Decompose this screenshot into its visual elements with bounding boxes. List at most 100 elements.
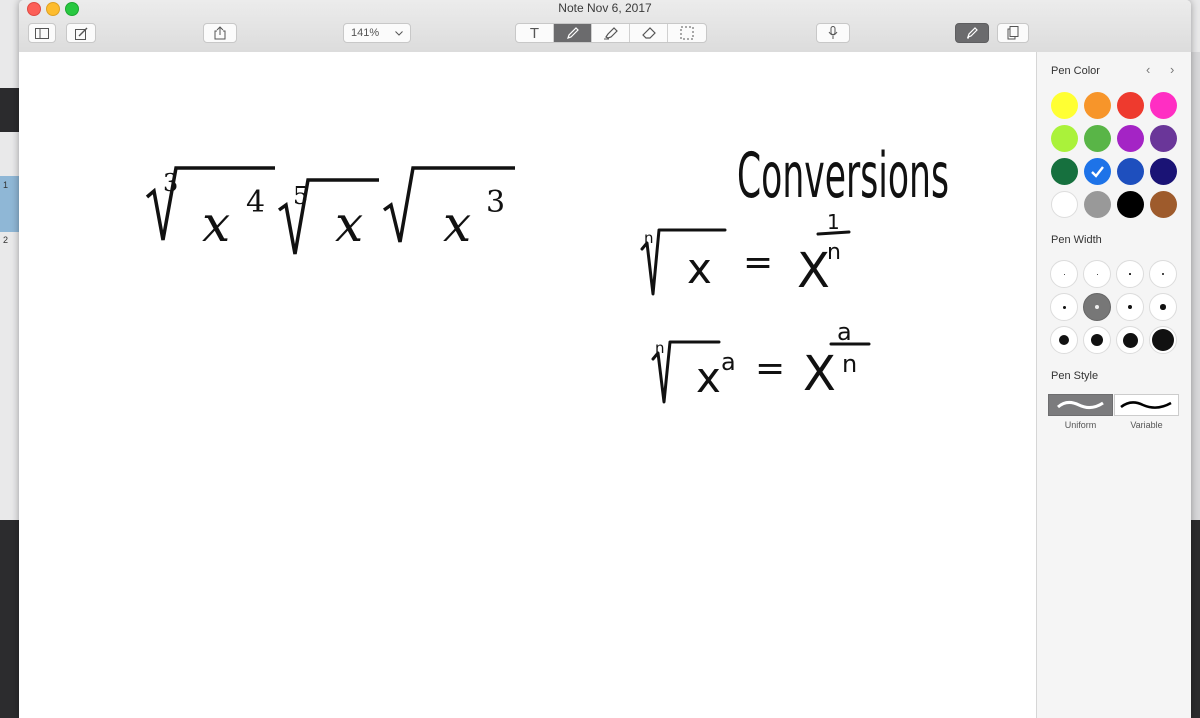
pen-tool-button[interactable]	[554, 24, 592, 42]
next-page-chevron-right-icon[interactable]: ›	[1170, 62, 1174, 77]
pen-options-panel: Pen Color ‹ › Pen Width Pen Style Unifor…	[1036, 52, 1191, 718]
fraction-numerator: 1	[827, 210, 840, 234]
share-icon	[214, 26, 226, 40]
width-dot-icon	[1063, 273, 1065, 275]
width-dot-icon	[1129, 273, 1131, 275]
color-swatch[interactable]	[1117, 125, 1144, 152]
width-dot-icon	[1122, 332, 1138, 348]
color-swatch[interactable]	[1117, 158, 1144, 185]
conversion-rule-2: n x a = X a n	[651, 318, 871, 404]
highlighter-icon	[603, 27, 618, 40]
share-button[interactable]	[203, 23, 237, 43]
width-dot-icon	[1095, 305, 1099, 309]
color-swatch[interactable]	[1150, 158, 1177, 185]
conversions-heading: Conversions	[737, 139, 949, 212]
pen-width-option[interactable]	[1083, 326, 1111, 354]
pen-width-option[interactable]	[1083, 260, 1111, 288]
pen-width-title: Pen Width	[1051, 234, 1102, 246]
zoom-select[interactable]: 141%	[343, 23, 411, 43]
color-swatch[interactable]	[1051, 158, 1078, 185]
typed-radical-expression: 3 x 4 5 x x 3	[145, 166, 515, 255]
color-swatch[interactable]	[1051, 191, 1078, 218]
selection-icon	[680, 26, 694, 40]
color-swatch[interactable]	[1084, 92, 1111, 119]
pen-width-option[interactable]	[1083, 293, 1111, 321]
background-dock-area	[0, 520, 20, 718]
pen-width-option[interactable]	[1050, 260, 1078, 288]
lasso-tool-button[interactable]	[668, 24, 706, 42]
radicand-variable: x	[202, 195, 230, 253]
titlebar: Note Nov 6, 2017 141% T	[19, 0, 1191, 53]
color-swatch[interactable]	[1051, 92, 1078, 119]
color-swatch[interactable]	[1084, 191, 1111, 218]
radicand-variable: x	[443, 195, 471, 253]
page-options-button[interactable]	[997, 23, 1029, 43]
uniform-label: Uniform	[1064, 420, 1097, 430]
pen-style-variable[interactable]	[1114, 394, 1179, 416]
fraction-numerator: a	[837, 318, 852, 346]
pen-width-option[interactable]	[1050, 293, 1078, 321]
window-title: Note Nov 6, 2017	[558, 1, 652, 15]
conversion-rule-1: n x = X 1 n	[640, 210, 851, 299]
microphone-icon	[828, 26, 838, 39]
zoom-value: 141%	[351, 27, 380, 39]
color-swatch[interactable]	[1084, 158, 1111, 185]
background-sidebar-dark	[0, 88, 20, 132]
color-swatch[interactable]	[1150, 191, 1177, 218]
equals-sign: =	[743, 242, 773, 283]
record-audio-button[interactable]	[816, 23, 850, 43]
new-note-button[interactable]	[66, 23, 96, 43]
color-swatch[interactable]	[1150, 125, 1177, 152]
variable-label: Variable	[1130, 420, 1163, 430]
eraser-tool-button[interactable]	[630, 24, 668, 42]
pen-width-option[interactable]	[1149, 326, 1177, 354]
previous-page-chevron-left-icon[interactable]: ‹	[1146, 62, 1150, 77]
result-base: X	[803, 346, 836, 402]
pen-icon	[566, 27, 579, 39]
width-dot-icon	[1062, 305, 1066, 309]
notes-window: Note Nov 6, 2017 141% T 3 x 4 5 x x 3 Co…	[19, 0, 1191, 718]
uniform-stroke-icon	[1057, 400, 1104, 410]
pen-style-uniform[interactable]	[1048, 394, 1113, 416]
highlighter-tool-button[interactable]	[592, 24, 630, 42]
width-dot-icon	[1091, 334, 1103, 346]
width-dot-icon	[1096, 273, 1098, 275]
color-swatch[interactable]	[1150, 92, 1177, 119]
compose-icon	[74, 27, 87, 40]
pen-width-option[interactable]	[1050, 326, 1078, 354]
tools-segmented-control: T	[515, 23, 707, 43]
pen-width-option[interactable]	[1149, 293, 1177, 321]
sidebar-icon	[35, 27, 49, 39]
pages-icon	[1007, 26, 1019, 40]
background-row-number: 2	[3, 235, 9, 245]
toggle-sidebar-button[interactable]	[28, 23, 56, 43]
background-right-edge-dark	[1190, 520, 1200, 718]
pen-width-option[interactable]	[1149, 260, 1177, 288]
pen-width-option[interactable]	[1116, 293, 1144, 321]
pen-color-title: Pen Color	[1051, 65, 1100, 77]
color-swatch[interactable]	[1117, 92, 1144, 119]
radicand-variable: x	[335, 195, 363, 253]
handwritten-notes: Conversions n x = X 1 n n x a = X a n	[640, 139, 949, 404]
eraser-icon	[641, 27, 656, 39]
color-swatch[interactable]	[1084, 125, 1111, 152]
checkmark-icon	[1091, 166, 1104, 178]
note-drawing: 3 x 4 5 x x 3 Conversions n x = X 1 n n …	[145, 139, 949, 404]
chevron-down-icon	[395, 30, 403, 36]
width-dot-icon	[1152, 329, 1174, 351]
fraction-bar	[816, 230, 851, 236]
note-canvas[interactable]: 3 x 4 5 x x 3 Conversions n x = X 1 n n …	[19, 52, 1036, 718]
text-tool-button[interactable]: T	[516, 24, 554, 42]
pen-width-option[interactable]	[1116, 260, 1144, 288]
background-row-number: 1	[3, 180, 9, 190]
color-swatch[interactable]	[1051, 125, 1078, 152]
variable-stroke-icon	[1120, 401, 1172, 409]
radicand-variable: x	[696, 353, 721, 402]
pen-style-title: Pen Style	[1051, 370, 1099, 382]
pen-options-button[interactable]	[955, 23, 989, 43]
pen-width-option[interactable]	[1116, 326, 1144, 354]
width-dot-icon	[1160, 304, 1166, 310]
text-tool-icon: T	[529, 24, 540, 42]
color-swatch[interactable]	[1117, 191, 1144, 218]
fraction-denominator: n	[827, 240, 841, 265]
